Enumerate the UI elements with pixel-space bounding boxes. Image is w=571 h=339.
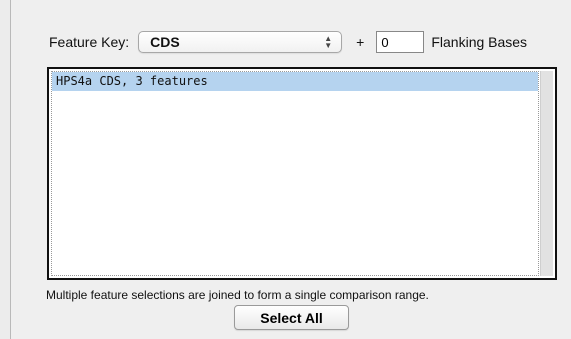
up-down-arrows-icon: ▲ ▼ — [324, 34, 333, 50]
flanking-bases-label: Flanking Bases — [431, 34, 528, 50]
feature-key-select[interactable]: CDS ▲ ▼ — [138, 31, 343, 53]
feature-selection-panel: Feature Key: CDS ▲▼ + Flanking Bases HPS… — [10, 0, 571, 339]
feature-list-area: HPS4a CDS, 3 features — [51, 71, 539, 276]
flanking-bases-input[interactable] — [376, 31, 425, 53]
feature-key-label: Feature Key: — [49, 34, 130, 50]
plus-sign: + — [356, 34, 365, 50]
feature-listbox[interactable]: HPS4a CDS, 3 features — [47, 67, 557, 280]
vertical-scrollbar[interactable] — [540, 71, 553, 276]
selection-note: Multiple feature selections are joined t… — [46, 288, 429, 302]
list-item[interactable]: HPS4a CDS, 3 features — [52, 72, 538, 91]
select-all-button[interactable]: Select All — [234, 305, 349, 330]
feature-key-value: CDS — [150, 34, 180, 50]
feature-key-row: Feature Key: CDS ▲▼ + Flanking Bases — [49, 30, 527, 54]
